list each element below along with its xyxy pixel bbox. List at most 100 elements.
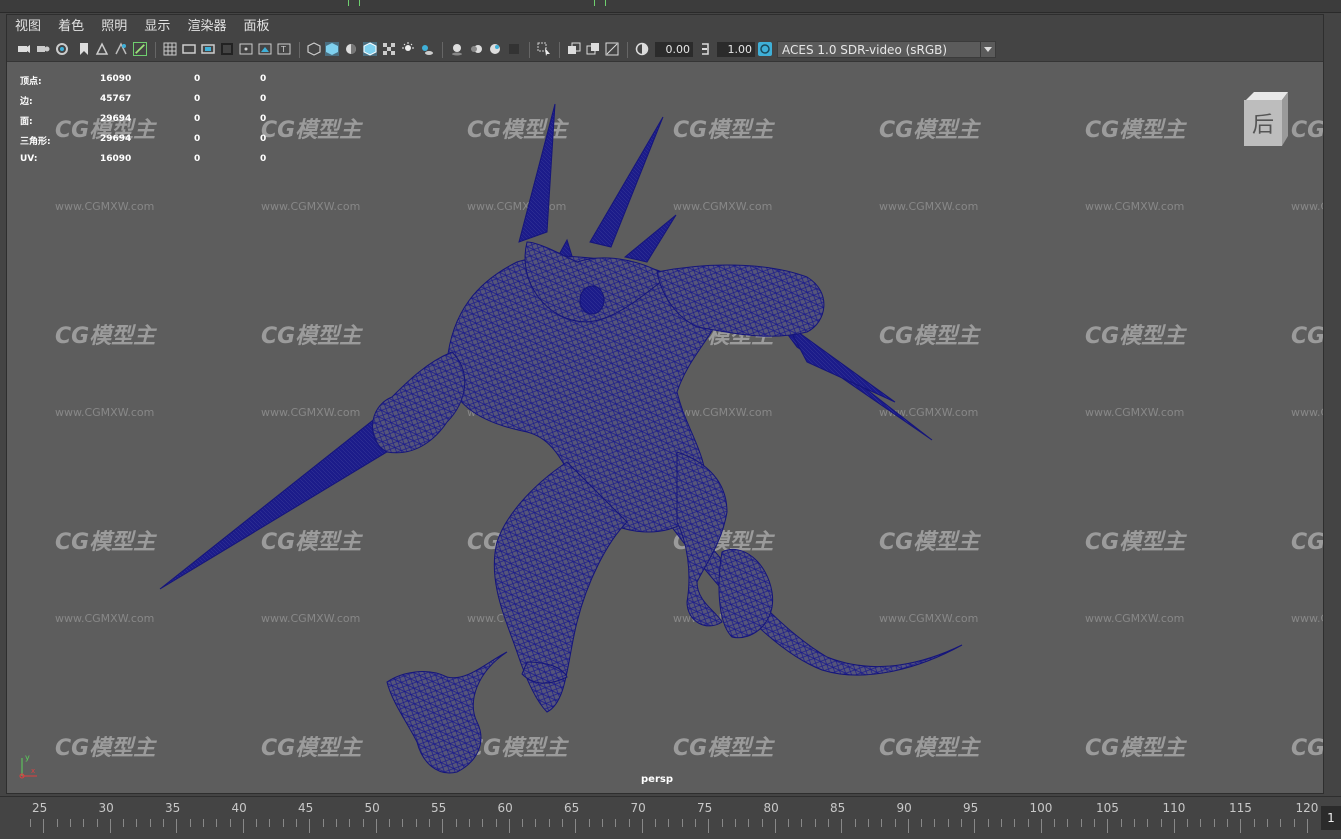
timeline-tick-mark <box>455 819 457 827</box>
safe-action-icon[interactable] <box>258 42 272 56</box>
timeline-tick-label: 30 <box>98 801 114 815</box>
current-frame-field[interactable]: 1 <box>1321 806 1341 830</box>
grid-icon[interactable] <box>163 42 177 56</box>
shadows-icon[interactable] <box>420 42 434 56</box>
timeline-tick-mark <box>282 819 284 827</box>
grease-pencil-icon[interactable] <box>133 42 147 56</box>
use-default-material-icon[interactable] <box>344 42 358 56</box>
timeline-tick-mark <box>1227 819 1228 827</box>
color-management-icon[interactable] <box>758 42 772 56</box>
timeline-tick-mark <box>123 819 125 827</box>
xray-icon[interactable] <box>567 42 581 56</box>
wireframe-on-shaded-icon[interactable] <box>363 42 377 56</box>
timeline-tick-label: 90 <box>896 801 912 815</box>
textured-icon[interactable] <box>382 42 396 56</box>
bookmark-camera-icon[interactable] <box>55 42 69 56</box>
menu-view[interactable]: 视图 <box>15 15 41 39</box>
xray-joints-icon[interactable] <box>605 42 619 56</box>
hud-value: 0 <box>260 134 267 144</box>
exposure-field[interactable]: 0.00 <box>655 42 693 57</box>
axis-x-label: x <box>31 767 35 775</box>
hud-value: 45767 <box>100 94 132 104</box>
image-plane-icon[interactable] <box>95 42 109 56</box>
timeline-tick-mark <box>1094 819 1095 827</box>
timeline-tick-mark <box>1306 819 1308 833</box>
toolbar-separator <box>627 42 628 58</box>
field-chart-icon[interactable] <box>239 42 253 56</box>
timeline-tick-mark <box>309 819 311 833</box>
timeline-tick-mark <box>442 819 444 833</box>
timeline-tick-label: 45 <box>298 801 314 815</box>
hud-value: 0 <box>194 154 201 164</box>
timeline-tick-mark <box>641 819 643 833</box>
timeline-tick-mark <box>362 819 364 827</box>
resolution-gate-icon[interactable] <box>201 42 215 56</box>
timeline-tick-mark <box>96 819 98 827</box>
motion-blur-icon[interactable] <box>469 42 483 56</box>
timeline-tick-mark <box>522 819 524 827</box>
menu-panels[interactable]: 面板 <box>244 15 270 39</box>
hud-label: 边: <box>20 97 33 107</box>
camera-attributes-icon[interactable] <box>36 42 50 56</box>
timeline-tick-mark <box>1173 819 1175 833</box>
film-gate-icon[interactable] <box>182 42 196 56</box>
hud-label: UV: <box>20 154 38 164</box>
timeline-tick-mark <box>841 819 843 833</box>
menu-shading[interactable]: 着色 <box>58 15 84 39</box>
timeline-tick-mark <box>801 819 803 827</box>
exposure-icon[interactable] <box>635 42 649 56</box>
timeline-tick-label: 75 <box>697 801 713 815</box>
hud-row-triangles: 三角形: 29694 0 0 <box>20 134 280 154</box>
timeline-tick-mark <box>109 819 111 833</box>
view-cube[interactable]: 后 <box>1240 90 1288 148</box>
timeline-tick-mark <box>1200 819 1202 827</box>
gamma-icon[interactable] <box>698 42 712 56</box>
3d-viewport[interactable]: CG模型主 www.CGMXW.com CG模型主 www.CGMXW.com CG模型… <box>7 62 1323 793</box>
timeline-tick-mark <box>1133 819 1135 827</box>
anti-aliasing-icon[interactable] <box>488 42 502 56</box>
timeline-tick-mark <box>881 819 883 827</box>
timeline-tick-mark <box>655 819 657 827</box>
timeline-tick-mark <box>30 819 31 827</box>
timeline-tick-mark <box>548 819 550 827</box>
hud-value: 0 <box>194 134 201 144</box>
wireframe-shading-icon[interactable] <box>307 42 321 56</box>
isolate-select-icon[interactable] <box>537 42 551 56</box>
timeline-tick-mark <box>176 819 178 833</box>
timeline-tick-mark <box>814 819 816 827</box>
chevron-down-icon[interactable] <box>980 41 996 58</box>
timeline-tick-mark <box>695 819 696 827</box>
menu-lighting[interactable]: 照明 <box>101 15 127 39</box>
camera-select-icon[interactable] <box>17 42 31 56</box>
view-transform-dropdown[interactable]: ACES 1.0 SDR-video (sRGB) <box>777 41 991 58</box>
timeline-tick-mark <box>56 819 58 827</box>
time-slider[interactable]: 25 30 35 40 45 50 55 60 65 70 75 80 85 90 95 100 105 110 1… <box>0 796 1341 839</box>
timeline-tick-mark <box>761 819 763 827</box>
menu-show[interactable]: 显示 <box>144 15 170 39</box>
timeline-tick-mark <box>229 819 231 827</box>
depth-of-field-icon[interactable] <box>507 42 521 56</box>
gamma-field[interactable]: 1.00 <box>717 42 755 57</box>
hud-value: 0 <box>260 94 267 104</box>
timeline-tick-mark <box>1120 819 1122 827</box>
gate-mask-icon[interactable] <box>220 42 234 56</box>
timeline-tick-mark <box>163 819 164 827</box>
safe-title-icon[interactable]: T <box>277 42 291 56</box>
lighting-icon[interactable] <box>401 42 415 56</box>
timeline-tick-mark <box>1240 819 1242 833</box>
timeline-tick-mark <box>907 819 909 833</box>
menu-renderer[interactable]: 渲染器 <box>187 15 226 39</box>
timeline-tick-mark <box>429 819 430 827</box>
timeline-tick-label: 40 <box>231 801 247 815</box>
smooth-shade-icon[interactable] <box>325 42 339 56</box>
toolbar-separator <box>155 42 156 58</box>
2d-pan-zoom-icon[interactable] <box>114 42 128 56</box>
timeline-tick-mark <box>375 819 377 833</box>
xray-active-components-icon[interactable] <box>586 42 600 56</box>
bookmark-icon[interactable] <box>77 42 91 56</box>
timeline-tick-mark <box>535 819 537 827</box>
timeline-tick-mark <box>987 819 989 827</box>
screen-space-ao-icon[interactable] <box>450 42 464 56</box>
timeline-tick-mark <box>668 819 670 827</box>
hud-value: 0 <box>260 74 267 84</box>
